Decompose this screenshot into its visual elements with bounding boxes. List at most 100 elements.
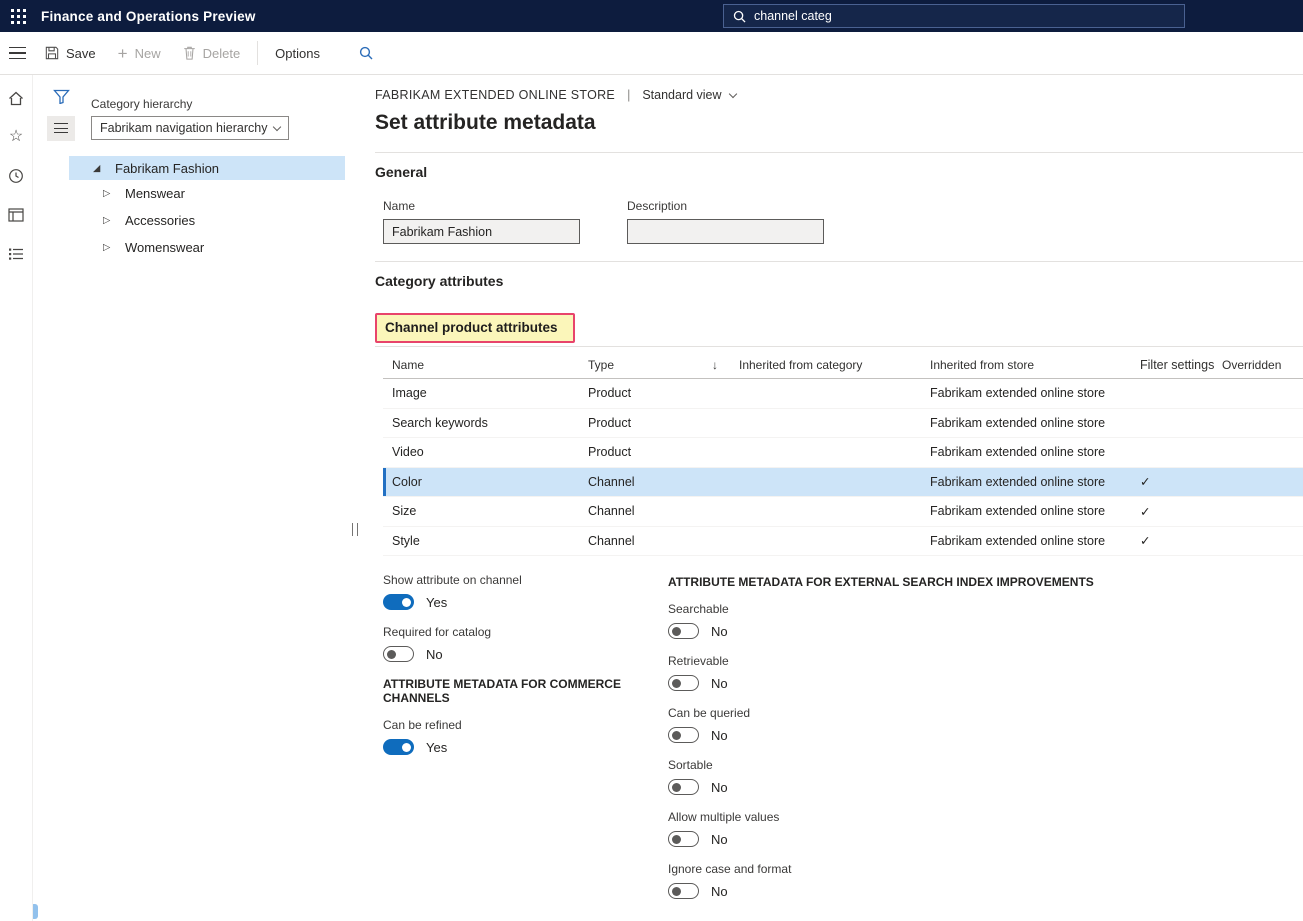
table-row-image[interactable]: Image Product Fabrikam extended online s… [383, 379, 1303, 409]
modules-list-icon[interactable] [4, 242, 28, 266]
table-row-style[interactable]: Style Channel Fabrikam extended online s… [383, 527, 1303, 557]
cell-filter-settings-check: ✓ [1135, 533, 1222, 548]
new-button[interactable]: + New [107, 32, 172, 74]
cell-name: Image [383, 386, 588, 400]
ignore-case-and-format-toggle[interactable] [668, 883, 699, 899]
field-label: Can be queried [668, 706, 1303, 720]
list-view-button[interactable] [47, 116, 75, 141]
field-label: Sortable [668, 758, 1303, 772]
app-title: Finance and Operations Preview [41, 9, 256, 24]
col-header-inherited-category[interactable]: Inherited from category [739, 358, 930, 372]
col-header-filter-settings[interactable]: Filter settings [1135, 358, 1222, 372]
scrollbar-thumb[interactable] [33, 904, 38, 919]
tree-collapsed-icon[interactable]: ▷ [103, 188, 125, 199]
cell-filter-settings-check: ✓ [1135, 504, 1222, 519]
tree-item-label: Womenswear [125, 240, 204, 255]
cell-name: Video [383, 445, 588, 459]
splitter-grip-icon [352, 523, 358, 536]
favorites-star-icon[interactable]: ☆ [4, 125, 28, 149]
form-search-button[interactable] [345, 32, 387, 74]
nav-rail: ☆ [0, 75, 33, 921]
page-title: Set attribute metadata [375, 111, 1303, 135]
cell-name: Size [383, 504, 588, 518]
cell-inherited-store: Fabrikam extended online store [930, 475, 1135, 489]
view-selector-label: Standard view [642, 88, 721, 102]
table-row-search-keywords[interactable]: Search keywords Product Fabrikam extende… [383, 409, 1303, 439]
breadcrumb-separator: | [627, 88, 630, 102]
name-label: Name [383, 199, 580, 213]
toolbar-divider [257, 41, 258, 65]
show-attribute-toggle[interactable] [383, 594, 414, 610]
tree-collapsed-icon[interactable]: ▷ [103, 242, 125, 253]
sortable-toggle[interactable] [668, 779, 699, 795]
commerce-channels-section-header: ATTRIBUTE METADATA FOR COMMERCE CHANNELS [383, 677, 668, 705]
tree-item-menswear[interactable]: ▷ Menswear [69, 180, 345, 207]
hierarchy-dropdown[interactable]: Fabrikam navigation hierarchy [91, 116, 289, 140]
category-tree: ◢ Fabrikam Fashion ▷ Menswear ▷ Accessor… [69, 156, 345, 261]
breadcrumb-store-link[interactable]: FABRIKAM EXTENDED ONLINE STORE [375, 88, 615, 102]
col-header-name[interactable]: Name [383, 358, 588, 372]
save-button[interactable]: Save [34, 32, 107, 74]
searchable-toggle[interactable] [668, 623, 699, 639]
delete-button[interactable]: Delete [172, 32, 252, 74]
app-launcher-button[interactable] [0, 0, 36, 32]
section-header-general[interactable]: General [375, 153, 1303, 180]
global-search-box[interactable] [723, 4, 1185, 28]
field-label: Ignore case and format [668, 862, 1303, 876]
view-selector[interactable]: Standard view [642, 88, 735, 102]
global-search-input[interactable] [754, 9, 1175, 23]
can-be-queried-toggle[interactable] [668, 727, 699, 743]
table-row-size[interactable]: Size Channel Fabrikam extended online st… [383, 497, 1303, 527]
table-row-video[interactable]: Video Product Fabrikam extended online s… [383, 438, 1303, 468]
field-can-be-refined: Can be refined Yes [383, 718, 668, 755]
tree-item-womenswear[interactable]: ▷ Womenswear [69, 234, 345, 261]
home-icon[interactable] [4, 86, 28, 110]
details-right-column: ATTRIBUTE METADATA FOR EXTERNAL SEARCH I… [668, 573, 1303, 914]
name-input[interactable] [383, 219, 580, 244]
required-for-catalog-toggle[interactable] [383, 646, 414, 662]
table-row-color-selected[interactable]: Color Channel Fabrikam extended online s… [383, 468, 1303, 498]
nav-menu-button[interactable] [0, 32, 34, 74]
save-icon [45, 46, 59, 60]
app-window: Finance and Operations Preview Save + Ne… [0, 0, 1303, 921]
funnel-icon [53, 89, 70, 104]
options-button[interactable]: Options [264, 32, 331, 74]
toggle-value: No [711, 884, 728, 899]
action-pane: Save + New Delete Options [0, 32, 1303, 75]
field-label: Allow multiple values [668, 810, 1303, 824]
col-header-type[interactable]: Type [588, 358, 712, 372]
field-sortable: Sortable No [668, 758, 1303, 795]
tree-item-label: Fabrikam Fashion [115, 161, 219, 176]
tree-expanded-icon[interactable]: ◢ [93, 163, 115, 174]
hierarchy-label: Category hierarchy [91, 97, 345, 111]
filter-button[interactable] [53, 86, 77, 106]
toggle-value: No [426, 647, 443, 662]
cell-name: Color [383, 475, 588, 489]
recent-clock-icon[interactable] [4, 164, 28, 188]
tree-collapsed-icon[interactable]: ▷ [103, 215, 125, 226]
section-header-category-attributes[interactable]: Category attributes [375, 262, 1303, 289]
allow-multiple-values-toggle[interactable] [668, 831, 699, 847]
panel-header: Category hierarchy Fabrikam navigation h… [45, 84, 345, 141]
page-body: ☆ [0, 75, 1303, 921]
sort-descending-icon[interactable]: ↓ [712, 358, 739, 372]
retrievable-toggle[interactable] [668, 675, 699, 691]
search-icon [733, 10, 746, 23]
form-search-icon [359, 46, 373, 60]
cell-type: Channel [588, 534, 712, 548]
workspaces-icon[interactable] [4, 203, 28, 227]
breadcrumb: FABRIKAM EXTENDED ONLINE STORE | Standar… [375, 88, 1303, 102]
can-be-refined-toggle[interactable] [383, 739, 414, 755]
cell-inherited-store: Fabrikam extended online store [930, 386, 1135, 400]
col-header-overridden[interactable]: Overridden [1222, 358, 1303, 372]
description-input[interactable] [627, 219, 824, 244]
panel-splitter[interactable] [345, 75, 375, 921]
toggle-value: Yes [426, 740, 447, 755]
cell-type: Product [588, 386, 712, 400]
col-header-inherited-store[interactable]: Inherited from store [930, 358, 1135, 372]
field-required-for-catalog: Required for catalog No [383, 625, 668, 662]
tree-item-accessories[interactable]: ▷ Accessories [69, 207, 345, 234]
field-show-attribute-on-channel: Show attribute on channel Yes [383, 573, 668, 610]
tree-item-fabrikam-fashion[interactable]: ◢ Fabrikam Fashion [69, 156, 345, 180]
tab-channel-product-attributes[interactable]: Channel product attributes [375, 313, 575, 343]
